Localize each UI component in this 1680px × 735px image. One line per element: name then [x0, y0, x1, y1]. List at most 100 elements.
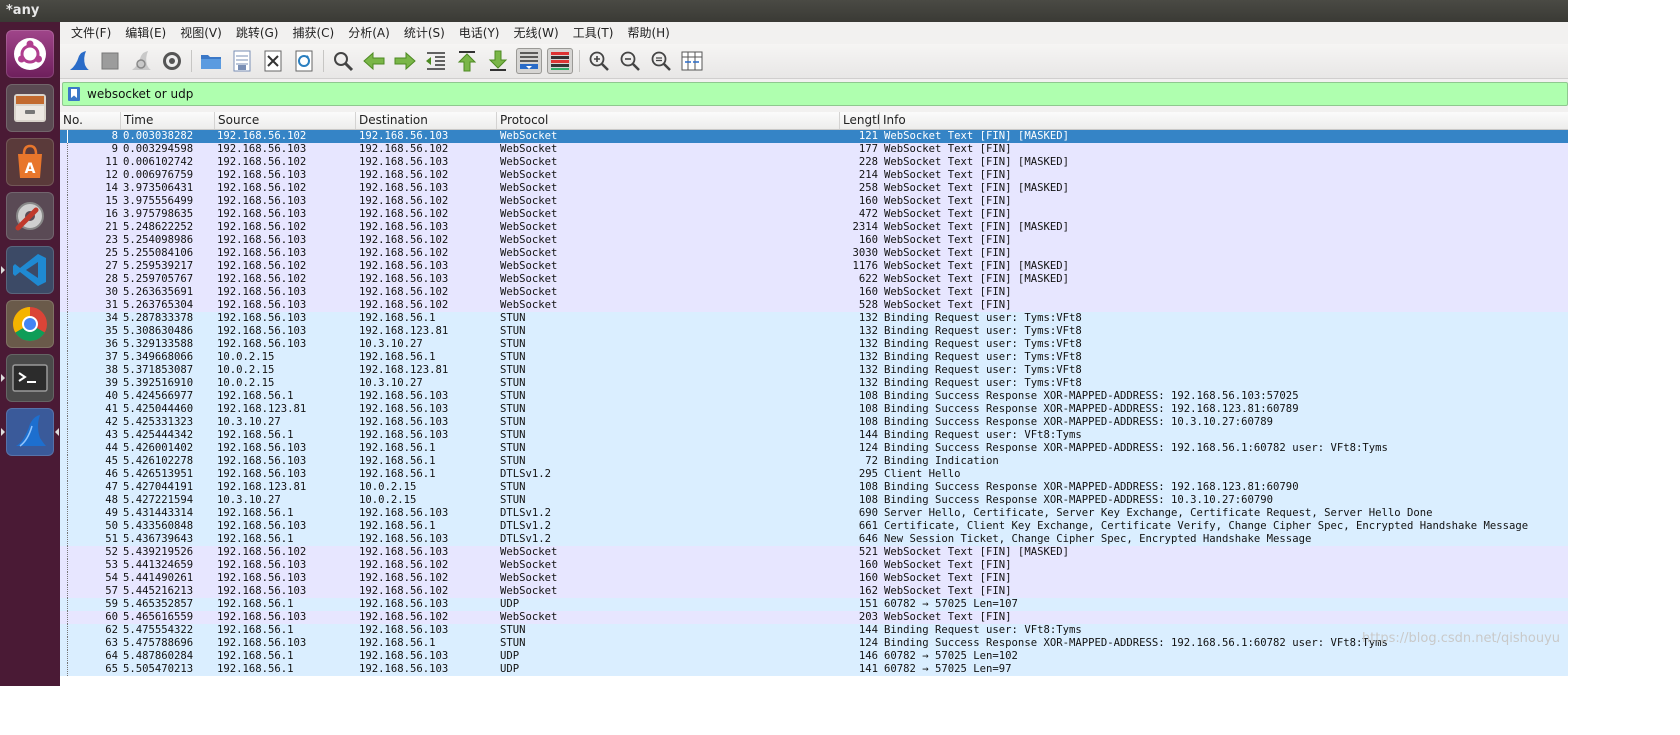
go-back-icon[interactable]	[361, 48, 387, 74]
menu-analyze[interactable]: 分析(A)	[341, 22, 397, 44]
column-header-source[interactable]: Source	[215, 112, 356, 129]
packet-row[interactable]: 38 5.371853087 10.0.2.15 192.168.123.81 STUN…	[60, 364, 1568, 377]
zoom-out-icon[interactable]	[617, 48, 643, 74]
menu-capture[interactable]: 捕获(C)	[285, 22, 341, 44]
menu-help[interactable]: 帮助(H)	[620, 22, 676, 44]
packet-source: 192.168.56.102	[217, 546, 307, 558]
packet-row[interactable]: 35 5.308630486 192.168.56.103 192.168.123.8…	[60, 325, 1568, 338]
packet-row[interactable]: 46 5.426513951 192.168.56.103 192.168.56.1 D…	[60, 468, 1568, 481]
column-header-protocol[interactable]: Protocol	[497, 112, 840, 129]
packet-row[interactable]: 60 5.465616559 192.168.56.103 192.168.56.10…	[60, 611, 1568, 624]
find-packet-icon[interactable]	[330, 48, 356, 74]
menu-telephony[interactable]: 电话(Y)	[452, 22, 507, 44]
packet-row[interactable]: 12 0.006976759 192.168.56.103 192.168.56.10…	[60, 169, 1568, 182]
system-settings-icon[interactable]	[6, 192, 54, 240]
stop-capture-icon[interactable]	[97, 48, 123, 74]
close-file-icon[interactable]	[260, 48, 286, 74]
menu-wireless[interactable]: 无线(W)	[507, 22, 566, 44]
packet-no: 39	[105, 377, 118, 389]
packet-row[interactable]: 57 5.445216213 192.168.56.103 192.168.56.10…	[60, 585, 1568, 598]
menu-tools[interactable]: 工具(T)	[566, 22, 621, 44]
packet-row[interactable]: 65 5.505470213 192.168.56.1 192.168.56.103 U…	[60, 663, 1568, 676]
column-header-length[interactable]: Length	[840, 112, 880, 129]
ubuntu-dash-icon[interactable]	[6, 30, 54, 78]
zoom-in-icon[interactable]	[586, 48, 612, 74]
packet-row[interactable]: 48 5.427221594 10.3.10.27 10.0.2.15 STUN 108 B…	[60, 494, 1568, 507]
go-to-packet-icon[interactable]	[423, 48, 449, 74]
packet-row[interactable]: 16 3.975798635 192.168.56.103 192.168.56.10…	[60, 208, 1568, 221]
packet-length: 108	[858, 481, 878, 493]
packet-length: 108	[858, 494, 878, 506]
packet-row[interactable]: 44 5.426001402 192.168.56.103 192.168.56.1 S…	[60, 442, 1568, 455]
column-header-destination[interactable]: Destination	[356, 112, 497, 129]
colorize-icon[interactable]	[547, 48, 573, 74]
packet-row[interactable]: 54 5.441490261 192.168.56.103 192.168.56.10…	[60, 572, 1568, 585]
go-first-icon[interactable]	[454, 48, 480, 74]
open-file-icon[interactable]	[198, 48, 224, 74]
packet-row[interactable]: 9 0.003294598 192.168.56.103 192.168.56.102…	[60, 143, 1568, 156]
packet-row[interactable]: 28 5.259705767 192.168.56.102 192.168.56.10…	[60, 273, 1568, 286]
packet-row[interactable]: 41 5.425044460 192.168.123.81 192.168.56.10…	[60, 403, 1568, 416]
packet-row[interactable]: 31 5.263765304 192.168.56.103 192.168.56.10…	[60, 299, 1568, 312]
packet-row[interactable]: 36 5.329133588 192.168.56.103 10.3.10.27 STU…	[60, 338, 1568, 351]
packet-row[interactable]: 27 5.259539217 192.168.56.102 192.168.56.10…	[60, 260, 1568, 273]
column-header-no[interactable]: No.	[60, 112, 121, 129]
normal-size-icon[interactable]	[648, 48, 674, 74]
packet-no: 45	[105, 455, 118, 467]
packet-row[interactable]: 45 5.426102278 192.168.56.103 192.168.56.1 S…	[60, 455, 1568, 468]
packet-source: 192.168.56.103	[217, 234, 307, 246]
packet-row[interactable]: 23 5.254098986 192.168.56.103 192.168.56.10…	[60, 234, 1568, 247]
save-file-icon[interactable]	[229, 48, 255, 74]
column-header-info[interactable]: Info	[880, 112, 1568, 129]
packet-row[interactable]: 49 5.431443314 192.168.56.1 192.168.56.103 D…	[60, 507, 1568, 520]
chrome-icon[interactable]	[6, 300, 54, 348]
autoscroll-icon[interactable]	[516, 48, 542, 74]
reload-file-icon[interactable]	[291, 48, 317, 74]
go-forward-icon[interactable]	[392, 48, 418, 74]
packet-row[interactable]: 51 5.436739643 192.168.56.1 192.168.56.103 D…	[60, 533, 1568, 546]
start-capture-icon[interactable]	[66, 48, 92, 74]
vscode-icon[interactable]	[6, 246, 54, 294]
column-header-time[interactable]: Time	[121, 112, 215, 129]
packet-row[interactable]: 64 5.487860284 192.168.56.1 192.168.56.103 U…	[60, 650, 1568, 663]
packet-length: 132	[858, 377, 878, 389]
software-center-icon[interactable]: A	[6, 138, 54, 186]
packet-row[interactable]: 15 3.975556499 192.168.56.103 192.168.56.10…	[60, 195, 1568, 208]
packet-destination: 10.3.10.27	[359, 377, 423, 389]
packet-row[interactable]: 52 5.439219526 192.168.56.102 192.168.56.10…	[60, 546, 1568, 559]
packet-row[interactable]: 63 5.475788696 192.168.56.103 192.168.56.1 S…	[60, 637, 1568, 650]
packet-row[interactable]: 8 0.003038282 192.168.56.102 192.168.56.103…	[60, 130, 1568, 143]
packet-row[interactable]: 11 0.006102742 192.168.56.102 192.168.56.10…	[60, 156, 1568, 169]
packet-length: 124	[858, 637, 878, 649]
wireshark-icon[interactable]	[6, 408, 54, 456]
capture-options-icon[interactable]	[159, 48, 185, 74]
packet-row[interactable]: 14 3.973506431 192.168.56.102 192.168.56.10…	[60, 182, 1568, 195]
menu-statistics[interactable]: 统计(S)	[397, 22, 452, 44]
packet-row[interactable]: 47 5.427044191 192.168.123.81 10.0.2.15 STUN…	[60, 481, 1568, 494]
go-last-icon[interactable]	[485, 48, 511, 74]
packet-row[interactable]: 62 5.475554322 192.168.56.1 192.168.56.103 S…	[60, 624, 1568, 637]
packet-row[interactable]: 50 5.433560848 192.168.56.103 192.168.56.1 D…	[60, 520, 1568, 533]
packet-row[interactable]: 39 5.392516910 10.0.2.15 10.3.10.27 STUN 132 B…	[60, 377, 1568, 390]
packet-row[interactable]: 37 5.349668066 10.0.2.15 192.168.56.1 STUN 13…	[60, 351, 1568, 364]
packet-row[interactable]: 21 5.248622252 192.168.56.102 192.168.56.10…	[60, 221, 1568, 234]
menu-edit[interactable]: 编辑(E)	[118, 22, 173, 44]
packet-row[interactable]: 42 5.425331323 10.3.10.27 192.168.56.103 STU…	[60, 416, 1568, 429]
packet-row[interactable]: 53 5.441324659 192.168.56.103 192.168.56.10…	[60, 559, 1568, 572]
packet-row[interactable]: 43 5.425444342 192.168.56.1 192.168.56.103 S…	[60, 429, 1568, 442]
menu-go[interactable]: 跳转(G)	[229, 22, 286, 44]
bookmark-icon[interactable]	[67, 87, 81, 101]
menu-view[interactable]: 视图(V)	[173, 22, 229, 44]
files-icon[interactable]	[6, 84, 54, 132]
resize-columns-icon[interactable]	[679, 48, 705, 74]
packet-row[interactable]: 25 5.255084106 192.168.56.103 192.168.56.10…	[60, 247, 1568, 260]
display-filter-input[interactable]: websocket or udp	[62, 82, 1568, 106]
packet-row[interactable]: 59 5.465352857 192.168.56.1 192.168.56.103 U…	[60, 598, 1568, 611]
terminal-icon[interactable]	[6, 354, 54, 402]
packet-row[interactable]: 30 5.263635691 192.168.56.103 192.168.56.10…	[60, 286, 1568, 299]
packet-row[interactable]: 34 5.287833378 192.168.56.103 192.168.56.1 S…	[60, 312, 1568, 325]
menu-file[interactable]: 文件(F)	[64, 22, 118, 44]
restart-capture-icon[interactable]	[128, 48, 154, 74]
packet-length: 622	[858, 273, 878, 285]
packet-row[interactable]: 40 5.424566977 192.168.56.1 192.168.56.103 S…	[60, 390, 1568, 403]
